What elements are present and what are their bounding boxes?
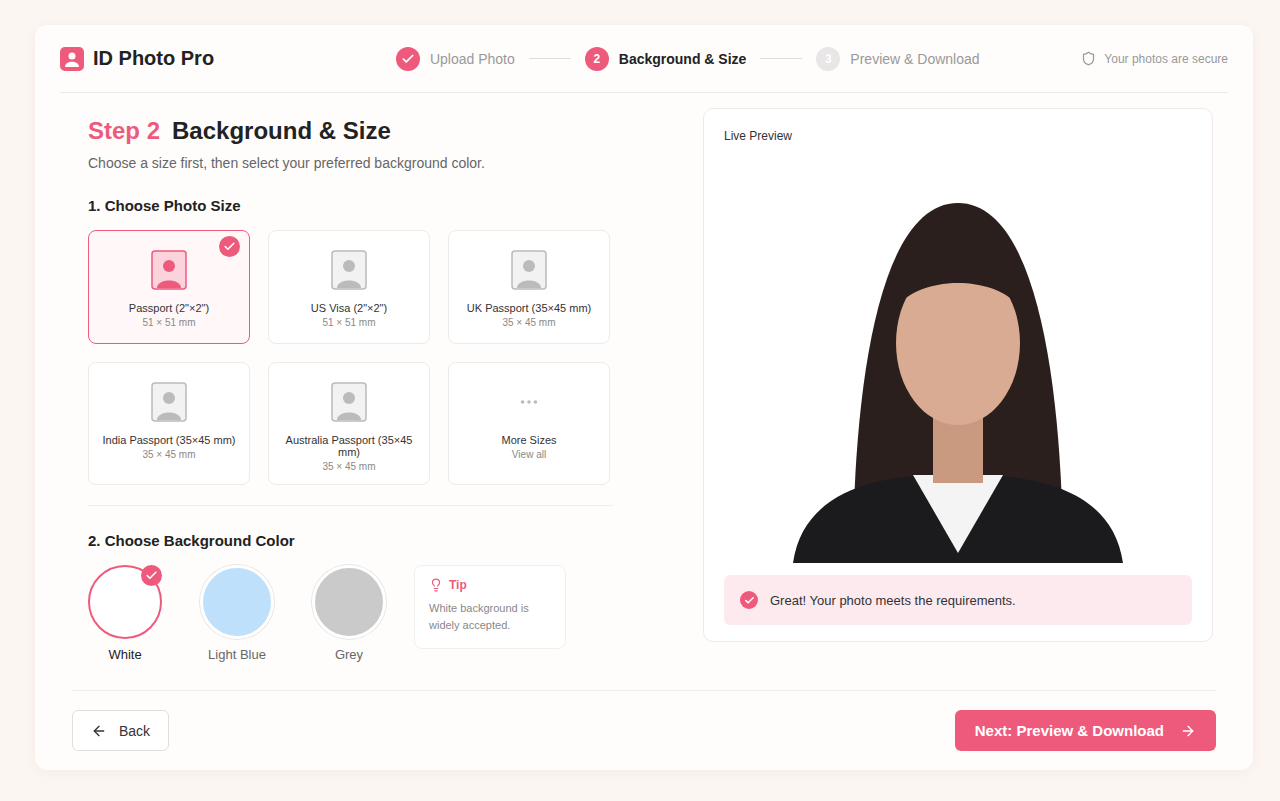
size-dimensions: 35 × 45 mm	[142, 449, 195, 460]
divider	[88, 505, 613, 506]
size-label: More Sizes	[501, 434, 556, 446]
size-dimensions: 51 × 51 mm	[142, 317, 195, 328]
step-marker	[396, 47, 420, 71]
size-label: US Visa (2"×2")	[311, 302, 387, 314]
options-column: Step 2Background & Size Choose a size fir…	[88, 117, 613, 669]
security-note: Your photos are secure	[1081, 51, 1228, 66]
status-message: Great! Your photo meets the requirements…	[724, 575, 1192, 625]
size-option[interactable]: Australia Passport (35×45 mm) 35 × 45 mm	[268, 362, 430, 485]
size-label: Passport (2"×2")	[129, 302, 209, 314]
step[interactable]: 2Background & Size	[585, 47, 747, 71]
step-connector	[529, 58, 571, 59]
shield-icon	[1081, 51, 1096, 66]
step-connector	[760, 58, 802, 59]
size-option[interactable]: Passport (2"×2") 51 × 51 mm	[88, 230, 250, 344]
size-dimensions: 35 × 45 mm	[502, 317, 555, 328]
selected-badge	[141, 565, 162, 586]
arrow-right-icon	[1180, 723, 1196, 739]
step-marker: 2	[585, 47, 609, 71]
content: Step 2Background & Size Choose a size fir…	[35, 93, 1253, 669]
step[interactable]: Upload Photo	[396, 47, 515, 71]
photo-preview	[724, 153, 1192, 563]
color-option[interactable]: White	[88, 565, 162, 662]
preview-panel: Live Preview Great! Your photo meets the …	[703, 108, 1213, 642]
page-title: Step 2Background & Size	[88, 117, 613, 145]
check-icon	[740, 591, 758, 609]
panel-title: Live Preview	[724, 129, 1192, 143]
size-option[interactable]: US Visa (2"×2") 51 × 51 mm	[268, 230, 430, 344]
color-option[interactable]: Light Blue	[200, 565, 274, 662]
check-icon	[401, 52, 415, 66]
footer: Back Next: Preview & Download	[72, 690, 1216, 770]
size-option[interactable]: UK Passport (35×45 mm) 35 × 45 mm	[448, 230, 610, 344]
arrow-left-icon	[91, 723, 107, 739]
size-option[interactable]: More Sizes View all	[448, 362, 610, 485]
selected-badge	[219, 236, 240, 257]
back-button[interactable]: Back	[72, 710, 169, 751]
page: ID Photo Pro Upload Photo 2Background & Si…	[0, 0, 1280, 801]
step-marker: 3	[816, 47, 840, 71]
size-label: UK Passport (35×45 mm)	[467, 302, 591, 314]
check-icon	[223, 240, 236, 253]
stepper: Upload Photo 2Background & Size 3Preview &…	[396, 47, 980, 71]
app-title: ID Photo Pro	[93, 47, 214, 70]
size-grid: Passport (2"×2")51 × 51 mmUS Visa (2"×2"…	[88, 230, 613, 485]
size-label: India Passport (35×45 mm)	[103, 434, 236, 446]
portrait-icon	[151, 382, 187, 422]
size-label: Australia Passport (35×45 mm)	[275, 434, 423, 458]
color-swatch	[312, 565, 386, 639]
step[interactable]: 3Preview & Download	[816, 47, 979, 71]
wizard-card: ID Photo Pro Upload Photo 2Background & Si…	[35, 25, 1253, 770]
header: ID Photo Pro Upload Photo 2Background & Si…	[60, 25, 1228, 93]
portrait-icon	[151, 250, 187, 290]
size-dimensions: 51 × 51 mm	[322, 317, 375, 328]
size-dimensions: View all	[512, 449, 546, 460]
size-option[interactable]: India Passport (35×45 mm) 35 × 45 mm	[88, 362, 250, 485]
size-dimensions: 35 × 45 mm	[322, 461, 375, 472]
color-option[interactable]: Grey	[312, 565, 386, 662]
next-button[interactable]: Next: Preview & Download	[955, 710, 1216, 751]
color-swatch	[200, 565, 274, 639]
brand: ID Photo Pro	[60, 47, 214, 71]
check-icon	[145, 569, 158, 582]
portrait-icon	[331, 382, 367, 422]
portrait-icon	[331, 250, 367, 290]
more-icon	[518, 391, 540, 413]
section-title: 2. Choose Background Color	[88, 532, 613, 549]
logo-icon	[60, 47, 84, 71]
portrait-photo	[733, 163, 1183, 563]
portrait-icon	[511, 250, 547, 290]
section-title: 1. Choose Photo Size	[88, 197, 613, 214]
subtitle: Choose a size first, then select your pr…	[88, 155, 613, 171]
lightbulb-icon	[429, 578, 443, 592]
color-options: White Light Blue Grey TipWhite background i…	[88, 565, 613, 662]
tip-box: TipWhite background is widely accepted.	[414, 565, 566, 649]
